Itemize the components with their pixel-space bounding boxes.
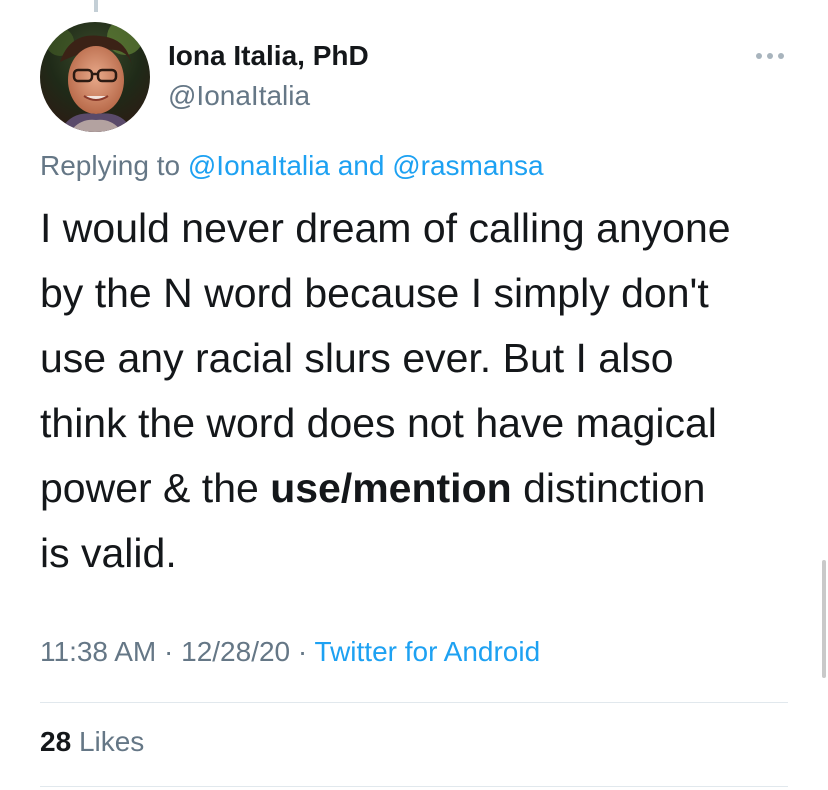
reply-mention-link[interactable]: @rasmansa [392, 150, 543, 181]
likes-count: 28 [40, 726, 72, 757]
likes-label: Likes [78, 726, 145, 757]
likes-stat[interactable]: 28 Likes [40, 726, 144, 758]
scrollbar[interactable] [822, 560, 826, 678]
more-options-button[interactable] [750, 44, 790, 68]
reply-joiner[interactable]: and [338, 150, 385, 181]
tweet-text-line: I would never dream of calling anyone [40, 205, 731, 251]
tweet-text-segment: power & the [40, 465, 271, 511]
replying-to-label: Replying to [40, 150, 181, 181]
tweet-text-line: by the N word because I simply don't [40, 270, 709, 316]
tweet-date[interactable]: 12/28/20 [181, 636, 290, 667]
author-handle[interactable]: @IonaItalia [168, 80, 310, 112]
tweet-text-segment: distinction [511, 465, 706, 511]
tweet-text-line: is valid. [40, 530, 177, 576]
meta-separator: · [297, 636, 308, 667]
tweet-text-line: use any racial slurs ever. But I also [40, 335, 674, 381]
author-display-name[interactable]: Iona Italia, PhD [168, 40, 369, 72]
tweet-body: I would never dream of calling anyone by… [40, 196, 780, 586]
tweet-source-link[interactable]: Twitter for Android [315, 636, 541, 667]
tweet-time[interactable]: 11:38 AM [40, 636, 156, 667]
divider [40, 702, 788, 703]
tweet-detail-view: Iona Italia, PhD @IonaItalia Replying to… [0, 0, 828, 790]
reply-mention-link[interactable]: @IonaItalia [188, 150, 330, 181]
meta-separator: · [164, 636, 174, 667]
more-options-icon [756, 53, 784, 59]
tweet-text-line: power & the use/mention distinction [40, 456, 780, 521]
replying-to-line: Replying to @IonaItalia and @rasmansa [40, 150, 544, 182]
thread-connector-line [94, 0, 98, 12]
tweet-metadata: 11:38 AM · 12/28/20 · Twitter for Androi… [40, 636, 540, 668]
tweet-text-bold: use/mention [270, 465, 512, 511]
profile-photo [40, 22, 150, 132]
tweet-text-line: think the word does not have magical [40, 400, 717, 446]
divider [40, 786, 788, 787]
avatar[interactable] [40, 22, 150, 132]
